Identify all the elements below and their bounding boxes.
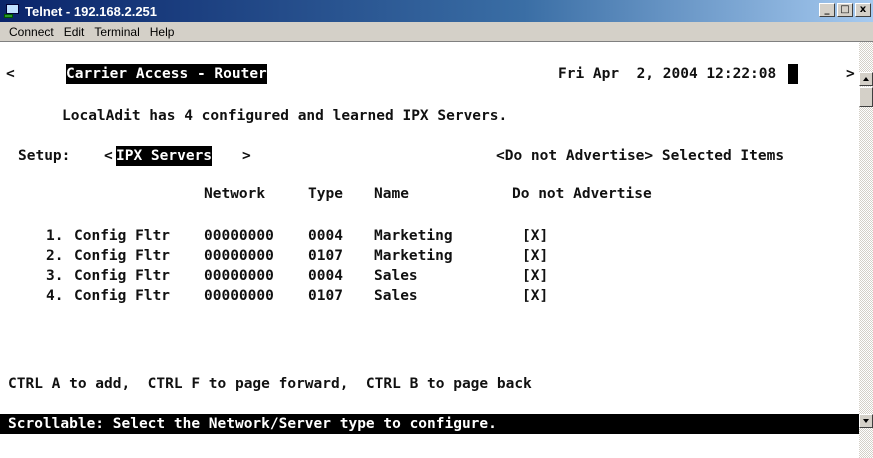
info-line: LocalAdit has 4 configured and learned I… (62, 108, 508, 124)
scroll-down-arrow-icon[interactable] (859, 414, 873, 428)
scroll-left-marker: < (6, 66, 15, 82)
column-header-network: Network (204, 186, 266, 202)
row-do-not-advertise-checkbox[interactable]: [X] (522, 266, 548, 286)
row-network: 00000000 (204, 228, 274, 244)
row-kind: Config Fltr (74, 248, 171, 264)
scroll-up-arrow-icon[interactable] (859, 72, 873, 86)
terminal-screen[interactable]: < Carrier Access - Router Fri Apr 2, 200… (0, 42, 859, 458)
row-type: 0004 (308, 268, 343, 284)
row-index: 1. (46, 228, 64, 244)
row-name: Sales (374, 268, 418, 284)
vertical-scrollbar[interactable] (859, 42, 873, 458)
minimize-button[interactable]: _ (819, 3, 835, 17)
row-kind: Config Fltr (74, 268, 171, 284)
window-controls: _ □ x (819, 3, 871, 17)
selection-hint: <Do not Advertise> Selected Items (496, 148, 785, 164)
row-network: 00000000 (204, 268, 274, 284)
menu-bar: Connect Edit Terminal Help (0, 22, 873, 42)
row-kind: Config Fltr (74, 288, 171, 304)
close-button[interactable]: x (855, 3, 871, 17)
row-type: 0107 (308, 248, 343, 264)
setup-label: Setup: (18, 148, 71, 164)
menu-connect[interactable]: Connect (4, 25, 59, 39)
menu-help[interactable]: Help (145, 25, 180, 39)
row-name: Marketing (374, 228, 453, 244)
screen-datetime: Fri Apr 2, 2004 12:22:08 (558, 66, 777, 82)
scroll-right-marker: > (846, 66, 855, 82)
row-do-not-advertise-checkbox[interactable]: [X] (522, 286, 548, 306)
column-header-do-not-advertise: Do not Advertise (512, 186, 652, 202)
screen-title: Carrier Access - Router (66, 64, 267, 84)
row-name: Sales (374, 288, 418, 304)
telnet-app-icon (4, 4, 20, 18)
setup-field[interactable]: IPX Servers (116, 146, 213, 166)
row-type: 0107 (308, 288, 343, 304)
row-index: 4. (46, 288, 64, 304)
row-type: 0004 (308, 228, 343, 244)
window-title: Telnet - 192.168.2.251 (25, 3, 158, 19)
row-do-not-advertise-checkbox[interactable]: [X] (522, 246, 548, 266)
row-kind: Config Fltr (74, 228, 171, 244)
status-line: Scrollable: Select the Network/Server ty… (0, 414, 859, 434)
row-index: 2. (46, 248, 64, 264)
row-network: 00000000 (204, 288, 274, 304)
column-header-type: Type (308, 186, 343, 202)
row-do-not-advertise-checkbox[interactable]: [X] (522, 226, 548, 246)
terminal-cursor (788, 64, 798, 84)
setup-open-bracket: < (104, 148, 113, 164)
maximize-button[interactable]: □ (837, 3, 853, 17)
row-network: 00000000 (204, 248, 274, 264)
row-index: 3. (46, 268, 64, 284)
row-name: Marketing (374, 248, 453, 264)
menu-terminal[interactable]: Terminal (89, 25, 144, 39)
menu-edit[interactable]: Edit (59, 25, 90, 39)
help-line: CTRL A to add, CTRL F to page forward, C… (8, 376, 532, 392)
column-header-name: Name (374, 186, 409, 202)
setup-close-bracket: > (242, 148, 251, 164)
scrollbar-thumb[interactable] (859, 87, 873, 107)
title-bar: Telnet - 192.168.2.251 _ □ x (0, 0, 873, 22)
